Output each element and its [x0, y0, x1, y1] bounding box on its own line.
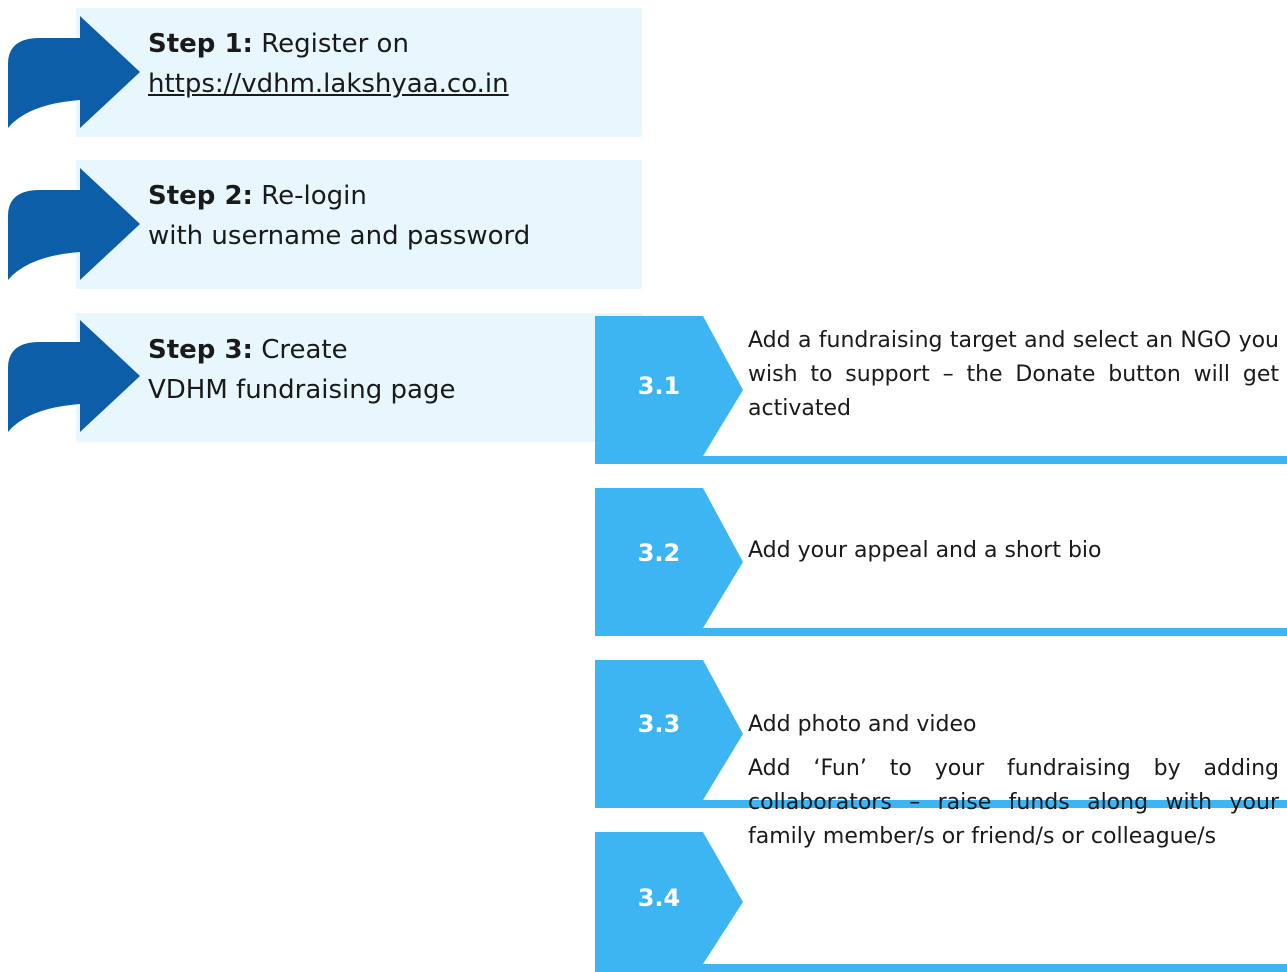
step-3-detail: VDHM fundraising page: [148, 375, 456, 405]
substep-3-2: 3.2 Add your appeal and a short bio: [595, 488, 1287, 636]
step-2-text: Step 2: Re-login with username and passw…: [148, 176, 530, 256]
step-3-label: Step 3:: [148, 335, 253, 365]
substep-3-2-number: 3.2: [637, 539, 681, 567]
substep-3-1-number: 3.1: [637, 372, 681, 400]
substep-3-1-text: Add a fundraising target and select an N…: [748, 328, 1279, 421]
step-1-label: Step 1:: [148, 29, 253, 59]
step-2-label: Step 2:: [148, 181, 253, 211]
substep-3-1: 3.1 Add a fundraising target and select …: [595, 316, 1287, 464]
substep-3-4-number: 3.4: [637, 884, 681, 912]
step-1-arrow-icon: [8, 16, 140, 128]
step-2-action: Re-login: [261, 181, 367, 211]
step-2-detail: with username and password: [148, 221, 531, 251]
step-1-text: Step 1: Register on https://vdhm.lakshya…: [148, 24, 509, 104]
step-1-action: Register on: [261, 29, 409, 59]
step-3-text: Step 3: Create VDHM fundraising page: [148, 330, 455, 410]
step-3-arrow-icon: [8, 320, 140, 432]
substep-3-2-text: Add your appeal and a short bio: [748, 538, 1102, 563]
register-link[interactable]: https://vdhm.lakshyaa.co.in: [148, 69, 509, 99]
step-2-arrow-icon: [8, 168, 140, 280]
substep-3-4: 3.4 Add ‘Fun’ to your fundraising by add…: [595, 756, 1287, 972]
substep-3-4-text: Add ‘Fun’ to your fundraising by adding …: [748, 756, 1279, 849]
step-3-action: Create: [261, 335, 348, 365]
substep-3-3-number: 3.3: [637, 710, 681, 738]
substep-3-3-text: Add photo and video: [748, 712, 977, 737]
